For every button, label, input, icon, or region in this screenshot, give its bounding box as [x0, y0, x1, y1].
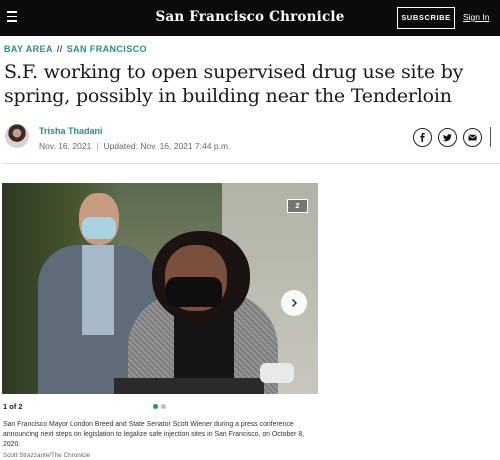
subscribe-button[interactable]: SUBSCRIBE	[397, 7, 455, 29]
gallery-counter: 1 of 2	[3, 402, 23, 411]
sign-in-link[interactable]: Sign In	[463, 12, 489, 22]
gallery-photo[interactable]	[2, 183, 318, 394]
email-share-button[interactable]	[463, 128, 482, 147]
gallery-dot-1[interactable]	[153, 404, 158, 409]
author-name-link[interactable]: Trisha Thadani	[39, 126, 103, 136]
breadcrumb-section-link[interactable]: BAY AREA	[4, 44, 53, 54]
photo-caption: San Francisco Mayor London Breed and Sta…	[3, 421, 305, 448]
facebook-share-button[interactable]	[413, 128, 432, 147]
byline-divider	[3, 163, 500, 164]
photo-credit: Scott Strazzante/The Chronicle	[3, 452, 91, 459]
top-navigation-bar: San Francisco Chronicle SUBSCRIBE Sign I…	[0, 0, 500, 36]
date-divider: |	[96, 141, 99, 151]
gallery-next-button[interactable]	[281, 290, 307, 316]
gallery-dot-2[interactable]	[161, 404, 166, 409]
breadcrumb-subsection-link[interactable]: SAN FRANCISCO	[67, 44, 147, 54]
author-avatar[interactable]	[5, 124, 29, 148]
facebook-icon	[420, 133, 425, 142]
breadcrumb-separator: //	[56, 44, 63, 54]
share-divider	[490, 127, 491, 147]
email-icon	[468, 134, 477, 141]
chevron-right-icon	[292, 299, 297, 307]
gallery-count-badge[interactable]: 2	[287, 199, 308, 213]
published-date: Nov. 16, 2021	[39, 141, 92, 151]
article-headline: S.F. working to open supervised drug use…	[4, 61, 464, 107]
twitter-icon	[443, 134, 452, 142]
breadcrumb: BAY AREA// SAN FRANCISCO	[4, 44, 147, 54]
article-dates: Nov. 16, 2021 | Updated: Nov. 16, 2021 7:4…	[39, 141, 230, 151]
updated-date: Updated: Nov. 16, 2021 7:44 p.m.	[103, 141, 231, 151]
twitter-share-button[interactable]	[438, 128, 457, 147]
